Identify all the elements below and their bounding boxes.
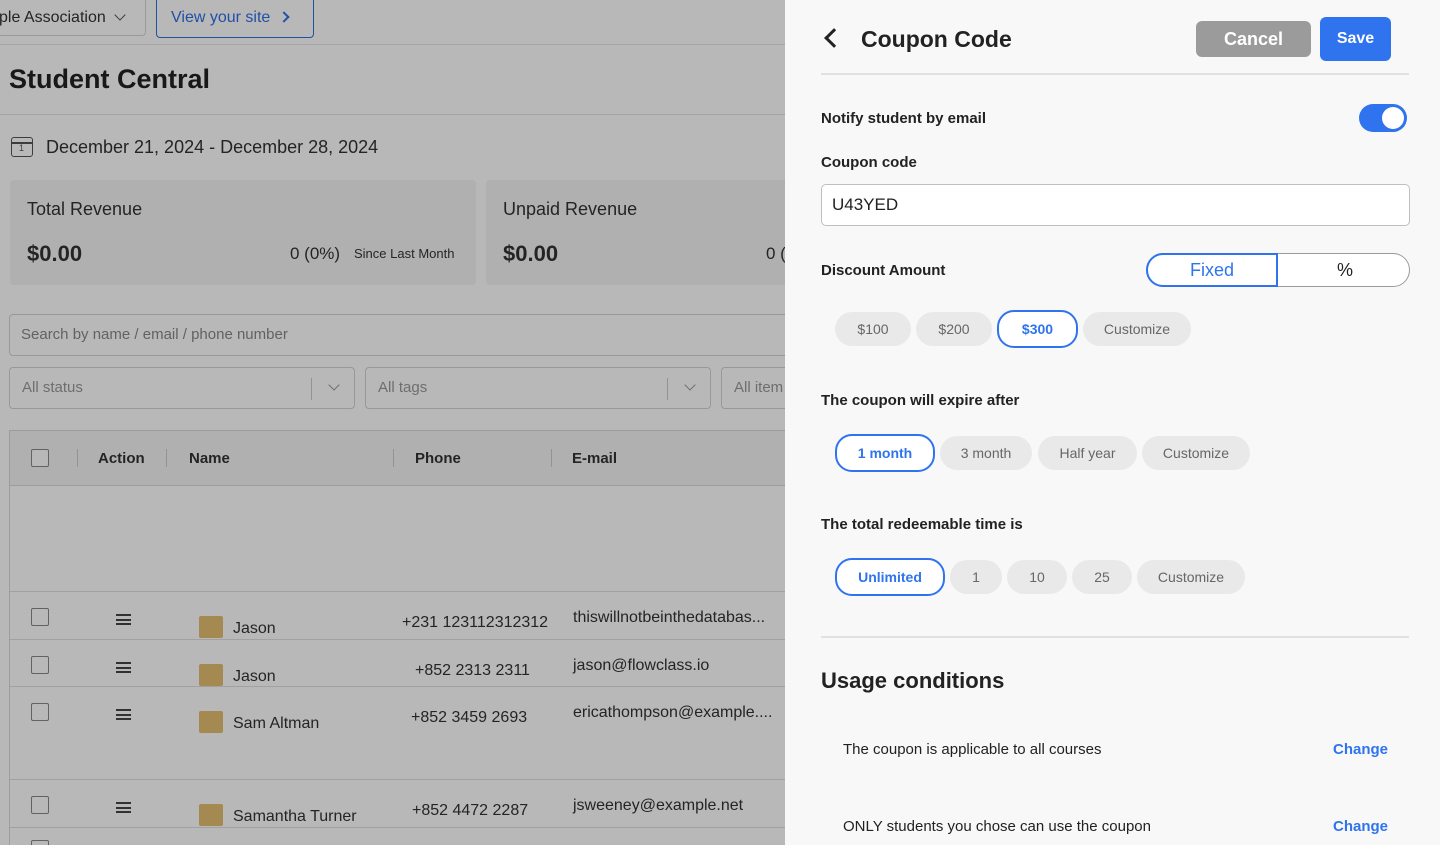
condition-students-text: ONLY students you chose can use the coup… [843,818,1151,835]
coupon-code-input[interactable] [821,184,1410,226]
notify-label: Notify student by email [821,110,987,127]
coupon-code-label: Coupon code [821,154,917,171]
back-arrow-icon[interactable] [824,28,844,48]
discount-mode-toggle: Fixed % [1146,253,1410,287]
change-courses-link[interactable]: Change [1333,741,1388,758]
discount-option-300[interactable]: $300 [997,310,1078,348]
divider [821,73,1409,75]
redeem-option-customize[interactable]: Customize [1137,560,1245,594]
cancel-button[interactable]: Cancel [1196,21,1311,57]
divider [821,636,1409,638]
save-button[interactable]: Save [1320,17,1391,61]
condition-courses-text: The coupon is applicable to all courses [843,741,1102,758]
redeem-option-unlimited[interactable]: Unlimited [835,558,945,596]
redeem-option-25[interactable]: 25 [1072,560,1132,594]
discount-option-200[interactable]: $200 [916,312,992,346]
coupon-code-drawer: Coupon Code Cancel Save Notify student b… [785,0,1440,845]
redeem-label: The total redeemable time is [821,516,1023,533]
expire-option-3-month[interactable]: 3 month [940,436,1032,470]
expire-option-1-month[interactable]: 1 month [835,434,935,472]
drawer-title: Coupon Code [861,26,1012,52]
discount-mode-fixed[interactable]: Fixed [1146,253,1278,287]
change-students-link[interactable]: Change [1333,818,1388,835]
discount-amount-label: Discount Amount [821,262,946,279]
discount-option-customize[interactable]: Customize [1083,312,1191,346]
modal-backdrop[interactable] [0,0,785,845]
expire-option-half-year[interactable]: Half year [1038,436,1137,470]
redeem-option-10[interactable]: 10 [1007,560,1067,594]
discount-mode-percent[interactable]: % [1280,254,1410,286]
notify-toggle[interactable] [1359,104,1407,132]
redeem-option-1[interactable]: 1 [950,560,1002,594]
usage-conditions-title: Usage conditions [821,668,1005,693]
expire-label: The coupon will expire after [821,392,1020,409]
expire-option-customize[interactable]: Customize [1142,436,1250,470]
discount-option-100[interactable]: $100 [835,312,911,346]
